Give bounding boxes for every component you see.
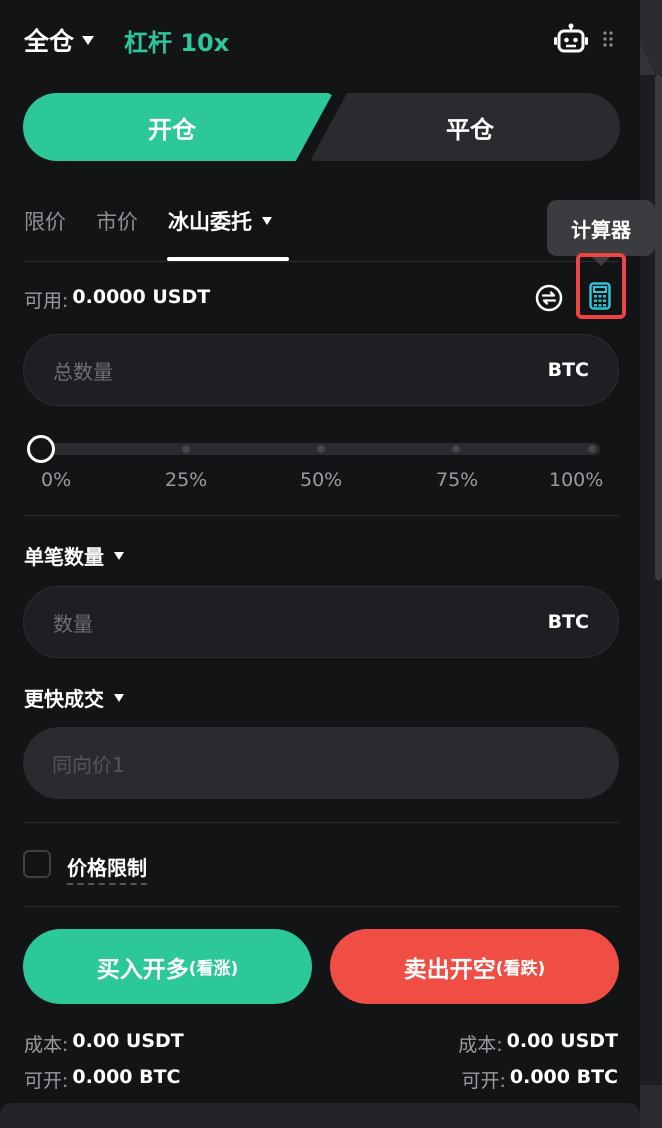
- caret-down-icon: [82, 35, 95, 45]
- slider-mark-100[interactable]: 100%: [549, 469, 603, 491]
- margin-mode-label: 全仓: [24, 27, 75, 56]
- buy-available-label: 可开:: [24, 1070, 69, 1092]
- available-balance: 可用: 0.0000 USDT: [24, 286, 210, 313]
- buy-long-label: 买入开多: [96, 956, 189, 983]
- sell-short-sub: (看跌): [495, 959, 546, 979]
- tab-market[interactable]: 市价: [96, 206, 138, 236]
- faster-fill-label: 更快成交: [24, 687, 104, 711]
- single-quantity-selector[interactable]: 单笔数量: [24, 541, 124, 570]
- quantity-slider-track[interactable]: [30, 443, 600, 455]
- total-quantity-unit: BTC: [547, 359, 589, 381]
- drag-dots-icon[interactable]: [602, 30, 614, 48]
- faster-fill-selector[interactable]: 更快成交: [24, 683, 124, 712]
- scrollbar[interactable]: [655, 75, 662, 580]
- slider-tick: [182, 445, 190, 453]
- robot-icon[interactable]: [554, 23, 588, 55]
- caret-down-icon: [262, 217, 272, 225]
- leverage-button[interactable]: 杠杆 10x: [124, 23, 229, 58]
- buy-available-value: 0.000 BTC: [72, 1066, 181, 1088]
- buy-cost-label: 成本:: [24, 1034, 69, 1056]
- sell-available-label: 可开:: [461, 1070, 506, 1092]
- sell-cost-value: 0.00 USDT: [506, 1030, 618, 1052]
- sell-available: 可开: 0.000 BTC: [461, 1066, 618, 1093]
- single-quantity-unit: BTC: [547, 611, 589, 633]
- single-quantity-placeholder: 数量: [53, 611, 93, 636]
- tab-iceberg[interactable]: 冰山委托: [168, 206, 272, 236]
- divider: [24, 822, 619, 823]
- caret-down-icon: [114, 551, 124, 560]
- buy-cost: 成本: 0.00 USDT: [24, 1030, 184, 1057]
- calculator-tooltip: 计算器: [547, 200, 655, 256]
- available-label: 可用:: [24, 290, 69, 312]
- tab-iceberg-label: 冰山委托: [168, 210, 252, 234]
- slider-mark-75[interactable]: 75%: [436, 469, 478, 491]
- price-limit-checkbox[interactable]: [23, 850, 51, 878]
- price-limit-label[interactable]: 价格限制: [67, 852, 147, 885]
- order-type-tabs: 限价 市价 冰山委托: [24, 206, 272, 236]
- buy-long-button[interactable]: 买入开多 (看涨): [23, 929, 312, 1004]
- close-position-tab[interactable]: 平仓: [310, 93, 620, 161]
- buy-cost-value: 0.00 USDT: [72, 1030, 184, 1052]
- single-quantity-label: 单笔数量: [24, 545, 104, 569]
- total-quantity-placeholder: 总数量: [53, 359, 113, 384]
- slider-mark-25[interactable]: 25%: [165, 469, 207, 491]
- faster-fill-value: 同向价1: [52, 752, 125, 777]
- sell-available-value: 0.000 BTC: [509, 1066, 618, 1088]
- open-position-tab[interactable]: 开仓: [23, 93, 333, 161]
- total-quantity-input[interactable]: 总数量 BTC: [23, 334, 619, 406]
- slider-tick: [588, 445, 596, 453]
- caret-down-icon: [114, 693, 124, 702]
- bottom-bar: [0, 1103, 640, 1128]
- slider-mark-50[interactable]: 50%: [300, 469, 342, 491]
- divider: [24, 906, 619, 907]
- faster-fill-input[interactable]: 同向价1: [23, 727, 619, 799]
- margin-mode-selector[interactable]: 全仓: [24, 22, 95, 58]
- sell-short-button[interactable]: 卖出开空 (看跌): [330, 929, 619, 1004]
- open-position-label: 开仓: [148, 115, 196, 144]
- calculator-icon[interactable]: [589, 282, 611, 310]
- tab-limit[interactable]: 限价: [24, 206, 66, 236]
- slider-tick: [452, 445, 460, 453]
- sell-cost-label: 成本:: [458, 1034, 503, 1056]
- buy-available: 可开: 0.000 BTC: [24, 1066, 181, 1093]
- sell-short-label: 卖出开空: [403, 956, 496, 983]
- sell-cost: 成本: 0.00 USDT: [458, 1030, 618, 1057]
- slider-tick: [317, 445, 325, 453]
- buy-long-sub: (看涨): [188, 959, 239, 979]
- available-value: 0.0000 USDT: [72, 286, 211, 308]
- single-quantity-input[interactable]: 数量 BTC: [23, 586, 619, 658]
- divider: [24, 261, 619, 262]
- close-position-label: 平仓: [446, 115, 494, 144]
- quantity-slider-handle[interactable]: [27, 435, 55, 463]
- slider-mark-0[interactable]: 0%: [41, 469, 71, 491]
- divider: [24, 515, 619, 516]
- swap-icon[interactable]: [535, 284, 563, 312]
